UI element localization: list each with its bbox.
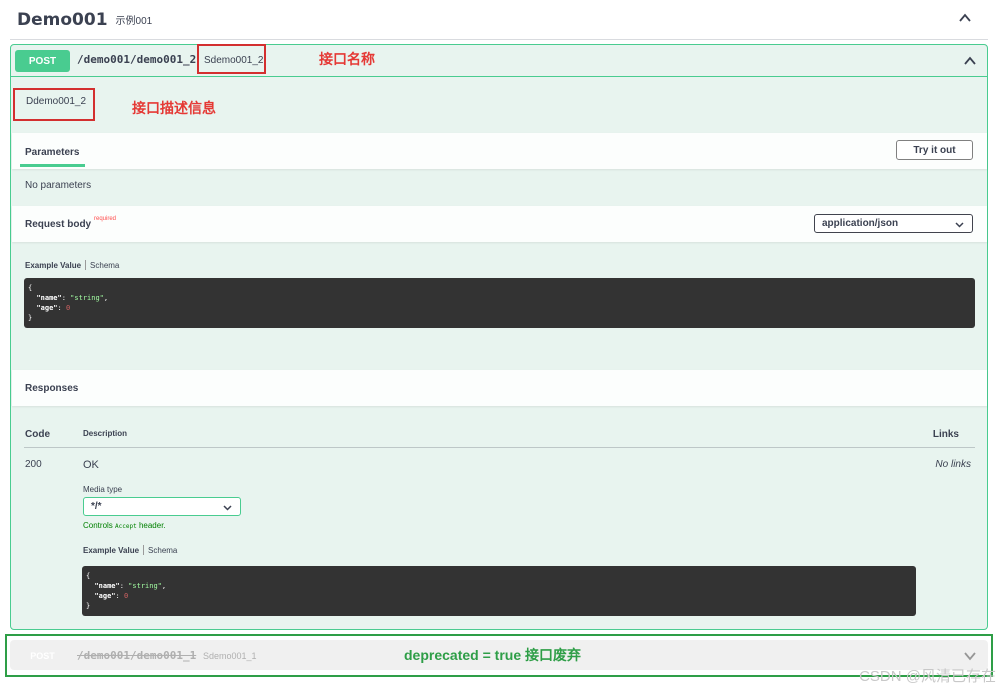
annotation-desc-label: 接口描述信息 <box>132 100 216 116</box>
tab-separator <box>85 260 87 270</box>
content-type-select[interactable]: application/json <box>814 214 973 233</box>
annotation-name-label: 接口名称 <box>319 51 375 67</box>
tab-separator <box>143 545 145 555</box>
json-key: "age" <box>94 592 116 600</box>
tab-parameters[interactable]: Parameters <box>25 147 79 158</box>
tab-schema[interactable]: Schema <box>148 546 177 555</box>
hint-suffix: header. <box>138 521 166 530</box>
responses-title: Responses <box>25 383 79 394</box>
tag-header[interactable]: Demo001 示例001 <box>10 0 988 40</box>
tab-example-value[interactable]: Example Value <box>25 261 81 270</box>
responses-header: Responses <box>12 370 987 406</box>
request-body-title: Request body <box>25 219 92 230</box>
table-divider <box>24 447 975 448</box>
response-code: 200 <box>25 459 42 470</box>
operation-summary[interactable]: POST /demo001/demo001_2 Sdemo001_2 <box>11 45 987 77</box>
json-number: 0 <box>65 304 71 312</box>
media-type-select[interactable]: */* <box>83 497 241 516</box>
try-it-out-button[interactable]: Try it out <box>896 140 973 160</box>
tab-example-value[interactable]: Example Value <box>83 546 139 555</box>
response-example-code[interactable]: { "name": "string", "age": 0 } <box>82 566 916 616</box>
json-string: "string" <box>128 582 162 590</box>
hint-code: Accept <box>115 523 137 530</box>
tag-description: 示例001 <box>115 16 153 27</box>
watermark: CSDN @风清已存在 <box>859 668 996 685</box>
tag-title: Demo001 <box>17 9 108 30</box>
annotation-box-summary <box>197 44 266 74</box>
column-header-description: Description <box>83 429 128 438</box>
chevron-up-icon[interactable] <box>963 54 977 68</box>
content-type-value: application/json <box>822 218 899 229</box>
media-type-label: Media type <box>83 485 123 494</box>
column-header-links: Links <box>932 429 959 440</box>
operation-block-post: POST /demo001/demo001_2 Sdemo001_2 Ddemo… <box>10 44 988 630</box>
json-number: 0 <box>123 592 129 600</box>
json-key: "age" <box>36 304 58 312</box>
parameters-header: Parameters Try it out <box>12 133 987 169</box>
column-header-code: Code <box>25 429 50 440</box>
media-type-hint: Controls Accept header. <box>83 521 166 530</box>
json-key: "name" <box>36 294 62 302</box>
annotation-box-description <box>13 88 95 121</box>
hint-prefix: Controls <box>83 521 113 530</box>
request-example-tabs: Example Value Schema <box>25 260 119 270</box>
response-description: OK <box>83 459 99 471</box>
media-type-value: */* <box>91 501 102 512</box>
tab-active-indicator <box>20 164 85 167</box>
request-body-header: Request body required application/json <box>12 206 987 242</box>
json-key: "name" <box>94 582 120 590</box>
no-parameters-text: No parameters <box>25 180 92 191</box>
chevron-up-icon[interactable] <box>958 11 972 25</box>
method-badge: POST <box>15 50 70 72</box>
chevron-down-icon <box>955 222 964 228</box>
request-example-code[interactable]: { "name": "string", "age": 0 } <box>24 278 975 328</box>
chevron-down-icon <box>223 505 232 511</box>
required-badge: required <box>94 216 117 222</box>
response-example-tabs: Example Value Schema <box>83 545 177 555</box>
json-string: "string" <box>70 294 104 302</box>
operation-path: /demo001/demo001_2 <box>77 53 197 66</box>
tab-schema[interactable]: Schema <box>90 261 119 270</box>
annotation-deprecated-label: deprecated = true 接口废弃 <box>404 647 581 663</box>
response-links: No links <box>935 459 971 470</box>
